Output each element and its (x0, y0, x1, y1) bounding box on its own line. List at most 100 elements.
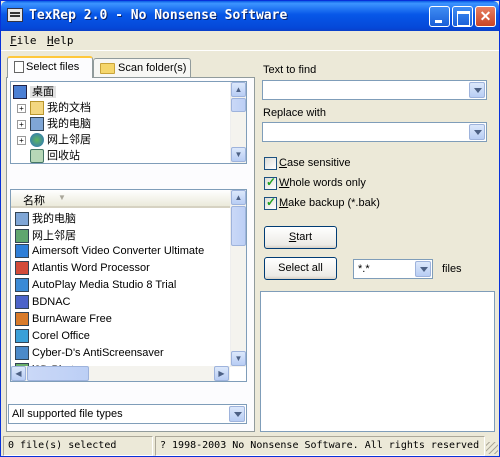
whole-words-checkbox[interactable] (264, 175, 277, 190)
minimize-button[interactable] (429, 6, 450, 27)
resize-grip[interactable] (486, 442, 498, 454)
tree-item-documents[interactable]: + 我的文档 (17, 99, 91, 116)
tree-item-computer[interactable]: + 我的电脑 (17, 115, 91, 132)
list-item[interactable]: Aimersoft Video Converter Ultimate (15, 244, 204, 260)
select-all-button[interactable]: Select all (264, 257, 337, 280)
program-icon (15, 295, 29, 309)
tree-item-label: 桌面 (30, 86, 56, 98)
list-item[interactable]: BDNAC (15, 295, 71, 311)
list-item-label: Atlantis Word Processor (32, 261, 150, 274)
case-sensitive-text: ase sensitive (286, 157, 351, 169)
list-item[interactable]: AutoPlay Media Studio 8 Trial (15, 278, 176, 294)
close-icon: ✕ (479, 8, 492, 24)
tree-item-desktop[interactable]: 桌面 (13, 83, 56, 100)
scroll-up-button[interactable]: ▲ (231, 190, 246, 205)
whole-words-text: hole words only (289, 177, 366, 189)
tab-select-files[interactable]: Select files (7, 56, 93, 78)
menu-help-label: elp (53, 34, 74, 47)
program-icon (15, 329, 29, 343)
text-to-find-label: Text to find (263, 64, 317, 76)
scroll-left-button[interactable]: ◀ (11, 366, 26, 381)
tree-scrollbar[interactable]: ▲ ▼ (230, 82, 246, 163)
chevron-down-icon[interactable] (469, 82, 485, 98)
tree-expander[interactable]: + (17, 104, 26, 113)
menu-help-accel: H (47, 34, 54, 47)
scroll-up-button[interactable]: ▲ (231, 82, 246, 97)
column-header-label: 名称 (23, 195, 45, 207)
program-icon (15, 278, 29, 292)
tree-item-network[interactable]: + 网上邻居 (17, 131, 91, 148)
folder-tree[interactable]: 桌面 + 我的文档 + 我的电脑 + 网上邻居 回收站 ▲ ▼ (10, 81, 247, 164)
program-icon (15, 261, 29, 275)
list-item[interactable]: Atlantis Word Processor (15, 261, 150, 277)
list-item-label: Aimersoft Video Converter Ultimate (32, 244, 205, 257)
folder-icon (100, 62, 115, 74)
scroll-down-button[interactable]: ▼ (231, 351, 246, 366)
chevron-down-icon[interactable] (469, 124, 485, 140)
tree-expander[interactable]: + (17, 136, 26, 145)
chevron-down-icon[interactable] (415, 261, 431, 277)
text-to-find-combo[interactable] (262, 80, 487, 100)
main-window: TexRep 2.0 - No Nonsense Software ✕ File… (0, 0, 500, 457)
make-backup-label[interactable]: Make backup (*.bak) (279, 197, 380, 209)
file-list-scrollbar[interactable]: ▲ ▼ (230, 190, 246, 367)
make-backup-accel: M (279, 197, 289, 209)
close-button[interactable]: ✕ (475, 6, 496, 27)
start-button[interactable]: Start (264, 226, 337, 249)
whole-words-label[interactable]: Whole words only (279, 177, 366, 189)
whole-words-accel: W (279, 177, 290, 189)
hscroll-thumb[interactable] (27, 366, 89, 381)
file-mask-value: *.* (358, 263, 370, 275)
scroll-thumb[interactable] (231, 98, 246, 112)
case-sensitive-accel: C (279, 157, 287, 169)
tab-select-files-label: Select files (26, 61, 80, 73)
start-label: tart (296, 231, 313, 243)
menu-file-label: ile (16, 34, 37, 47)
program-icon (15, 212, 29, 227)
scroll-down-button[interactable]: ▼ (231, 147, 246, 162)
file-list-hscrollbar[interactable]: ◀ ▶ (11, 366, 230, 381)
program-icon (15, 312, 29, 326)
app-icon[interactable] (7, 8, 23, 22)
recycle-bin-icon (30, 149, 44, 163)
tree-item-label: 回收站 (47, 150, 80, 162)
computer-icon (30, 117, 44, 132)
menu-help[interactable]: Help (47, 34, 74, 47)
maximize-button[interactable] (452, 6, 473, 27)
maximize-icon (453, 7, 472, 26)
case-sensitive-label[interactable]: Case sensitive (279, 157, 351, 169)
make-backup-text: ake backup (*.bak) (288, 197, 380, 209)
file-list[interactable]: 名称 ▼ 我的电脑 网上邻居 Aimersoft Video Converter U… (10, 189, 247, 382)
replace-with-combo[interactable] (262, 122, 487, 142)
list-item[interactable]: Cyber-D's AntiScreensaver (15, 346, 164, 362)
sort-arrow-icon: ▼ (58, 193, 66, 202)
program-icon (15, 346, 29, 360)
list-item-label: Corel Office (32, 329, 90, 342)
column-header-name[interactable]: 名称 ▼ (11, 190, 233, 208)
title-bar[interactable]: TexRep 2.0 - No Nonsense Software ✕ (1, 1, 499, 31)
file-mask-combo[interactable]: *.* (353, 259, 433, 279)
scroll-thumb[interactable] (231, 206, 246, 246)
documents-folder-icon (30, 101, 44, 116)
list-item[interactable]: 网上邻居 (15, 227, 76, 244)
tab-scan-folders[interactable]: Scan folder(s) (93, 58, 191, 78)
tree-item-label: 网上邻居 (47, 134, 91, 146)
results-area[interactable] (260, 291, 495, 432)
scroll-right-button[interactable]: ▶ (214, 366, 229, 381)
tree-item-recycle-bin[interactable]: 回收站 (30, 147, 80, 163)
tab-scan-folders-label: Scan folder(s) (118, 62, 187, 74)
file-type-filter-combo[interactable]: All supported file types (8, 404, 247, 424)
list-item[interactable]: Corel Office (15, 329, 90, 345)
status-copyright: ? 1998-2003 No Nonsense Software. All ri… (155, 436, 485, 456)
list-item[interactable]: 我的电脑 (15, 210, 76, 227)
chevron-down-icon[interactable] (229, 406, 245, 422)
list-item-label: AutoPlay Media Studio 8 Trial (32, 278, 177, 291)
make-backup-checkbox[interactable] (264, 195, 277, 210)
replace-with-label: Replace with (263, 107, 326, 119)
list-item[interactable]: BurnAware Free (15, 312, 112, 328)
tree-item-label: 我的电脑 (47, 118, 91, 130)
tree-expander[interactable]: + (17, 120, 26, 129)
case-sensitive-checkbox[interactable] (264, 157, 277, 170)
menu-file[interactable]: File (10, 34, 37, 47)
list-item-label: Cyber-D's AntiScreensaver (32, 346, 164, 359)
